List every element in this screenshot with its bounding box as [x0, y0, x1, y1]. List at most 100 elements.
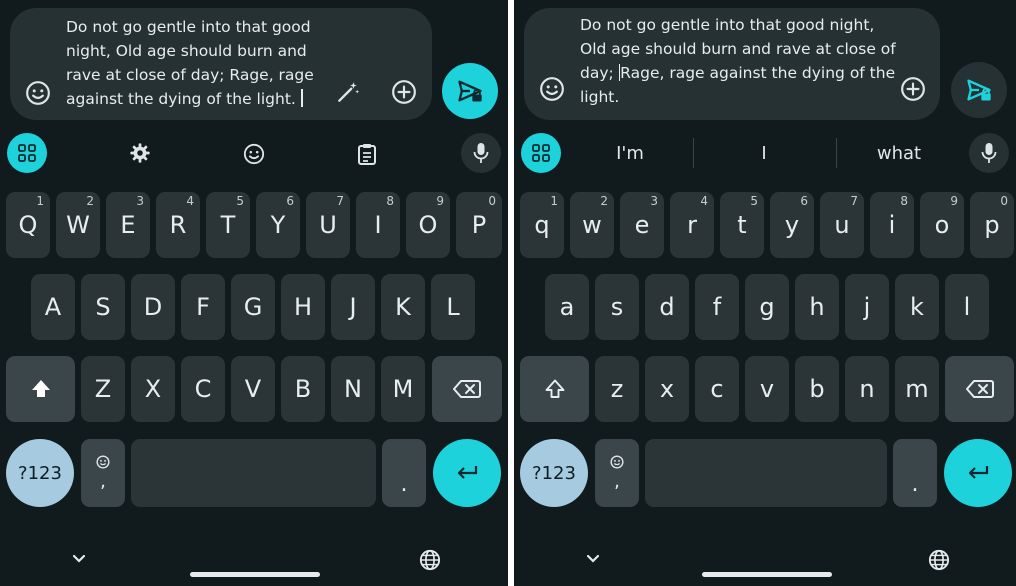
key-s[interactable]: s — [595, 274, 639, 340]
globe-language-icon[interactable] — [927, 548, 951, 572]
apps-grid-icon[interactable] — [7, 133, 47, 173]
key-t[interactable]: 5T — [206, 192, 250, 258]
key-e[interactable]: 3E — [106, 192, 150, 258]
key-z[interactable]: z — [595, 356, 639, 422]
key-b[interactable]: b — [795, 356, 839, 422]
key-r[interactable]: 4r — [670, 192, 714, 258]
key-h[interactable]: H — [281, 274, 325, 340]
key-number-hint: 6 — [286, 194, 294, 208]
key-x[interactable]: x — [645, 356, 689, 422]
key-z[interactable]: Z — [81, 356, 125, 422]
enter-key[interactable] — [944, 439, 1012, 507]
period-key[interactable]: . — [893, 439, 937, 507]
add-circle-icon[interactable] — [390, 78, 418, 106]
key-w[interactable]: 2w — [570, 192, 614, 258]
message-input[interactable]: Do not go gentle into that good night, O… — [580, 13, 896, 109]
send-locked-button[interactable] — [951, 62, 1007, 118]
key-a[interactable]: A — [31, 274, 75, 340]
emoji-comma-key[interactable]: , — [595, 439, 639, 507]
key-n[interactable]: n — [845, 356, 889, 422]
key-k[interactable]: k — [895, 274, 939, 340]
enter-key[interactable] — [433, 439, 501, 507]
space-key[interactable] — [131, 439, 376, 507]
key-y[interactable]: 6y — [770, 192, 814, 258]
period-key[interactable]: . — [382, 439, 426, 507]
symbols-key[interactable]: ?123 — [520, 439, 588, 507]
globe-language-icon[interactable] — [418, 548, 442, 572]
key-p[interactable]: 0p — [970, 192, 1014, 258]
key-g[interactable]: G — [231, 274, 275, 340]
key-d[interactable]: D — [131, 274, 175, 340]
key-m[interactable]: M — [381, 356, 425, 422]
key-l[interactable]: L — [431, 274, 475, 340]
emoji-comma-key[interactable]: , — [81, 439, 125, 507]
key-e[interactable]: 3e — [620, 192, 664, 258]
key-q[interactable]: 1Q — [6, 192, 50, 258]
key-f[interactable]: F — [181, 274, 225, 340]
key-a[interactable]: a — [545, 274, 589, 340]
key-j[interactable]: J — [331, 274, 375, 340]
add-circle-icon[interactable] — [899, 75, 927, 103]
microphone-icon[interactable] — [969, 133, 1009, 173]
key-f[interactable]: f — [695, 274, 739, 340]
key-d[interactable]: d — [645, 274, 689, 340]
key-number-hint: 8 — [386, 194, 394, 208]
key-t[interactable]: 5t — [720, 192, 764, 258]
key-q[interactable]: 1q — [520, 192, 564, 258]
symbols-key[interactable]: ?123 — [6, 439, 74, 507]
home-gesture-handle[interactable] — [702, 572, 832, 577]
key-y[interactable]: 6Y — [256, 192, 300, 258]
key-m[interactable]: m — [895, 356, 939, 422]
settings-gear-icon[interactable] — [128, 141, 152, 165]
key-r[interactable]: 4R — [156, 192, 200, 258]
message-input[interactable]: Do not go gentle into that good night, O… — [66, 15, 314, 111]
key-g[interactable]: g — [745, 274, 789, 340]
shift-key[interactable] — [520, 356, 589, 422]
key-i[interactable]: 8I — [356, 192, 400, 258]
key-u[interactable]: 7U — [306, 192, 350, 258]
suggestion-3[interactable]: what — [859, 142, 939, 166]
key-i[interactable]: 8i — [870, 192, 914, 258]
key-l[interactable]: l — [945, 274, 989, 340]
compose-box[interactable]: Do not go gentle into that good night, O… — [524, 8, 940, 120]
message-line-text: day; Rage, rage against the dying of the — [580, 64, 896, 82]
suggestion-2[interactable]: I — [724, 142, 804, 166]
backspace-key[interactable] — [432, 356, 502, 422]
key-o[interactable]: 9O — [406, 192, 450, 258]
space-key[interactable] — [645, 439, 887, 507]
key-k[interactable]: K — [381, 274, 425, 340]
emoji-icon[interactable] — [24, 79, 52, 107]
home-gesture-handle[interactable] — [190, 572, 320, 577]
key-label: h — [809, 293, 825, 321]
key-x[interactable]: X — [131, 356, 175, 422]
key-n[interactable]: N — [331, 356, 375, 422]
clipboard-icon[interactable] — [355, 142, 379, 166]
key-b[interactable]: B — [281, 356, 325, 422]
microphone-icon[interactable] — [461, 133, 501, 173]
key-label: k — [910, 293, 924, 321]
shift-key[interactable] — [6, 356, 75, 422]
key-p[interactable]: 0P — [456, 192, 502, 258]
key-s[interactable]: S — [81, 274, 125, 340]
key-c[interactable]: C — [181, 356, 225, 422]
key-v[interactable]: v — [745, 356, 789, 422]
magic-wand-icon[interactable] — [334, 78, 362, 106]
key-h[interactable]: h — [795, 274, 839, 340]
key-u[interactable]: 7u — [820, 192, 864, 258]
shift-filled-icon — [31, 380, 50, 397]
key-c[interactable]: c — [695, 356, 739, 422]
compose-box[interactable]: Do not go gentle into that good night, O… — [10, 8, 432, 120]
key-j[interactable]: j — [845, 274, 889, 340]
emoji-icon[interactable] — [242, 142, 266, 166]
suggestion-1[interactable]: I'm — [590, 142, 670, 166]
key-o[interactable]: 9o — [920, 192, 964, 258]
send-locked-button[interactable] — [442, 63, 498, 119]
emoji-icon[interactable] — [538, 75, 566, 103]
message-line-with-cursor: day; Rage, rage against the dying of the — [580, 61, 896, 85]
chevron-down-icon[interactable] — [582, 548, 604, 570]
backspace-key[interactable] — [945, 356, 1014, 422]
chevron-down-icon[interactable] — [68, 548, 90, 570]
apps-grid-icon[interactable] — [521, 133, 561, 173]
key-v[interactable]: V — [231, 356, 275, 422]
key-w[interactable]: 2W — [56, 192, 100, 258]
